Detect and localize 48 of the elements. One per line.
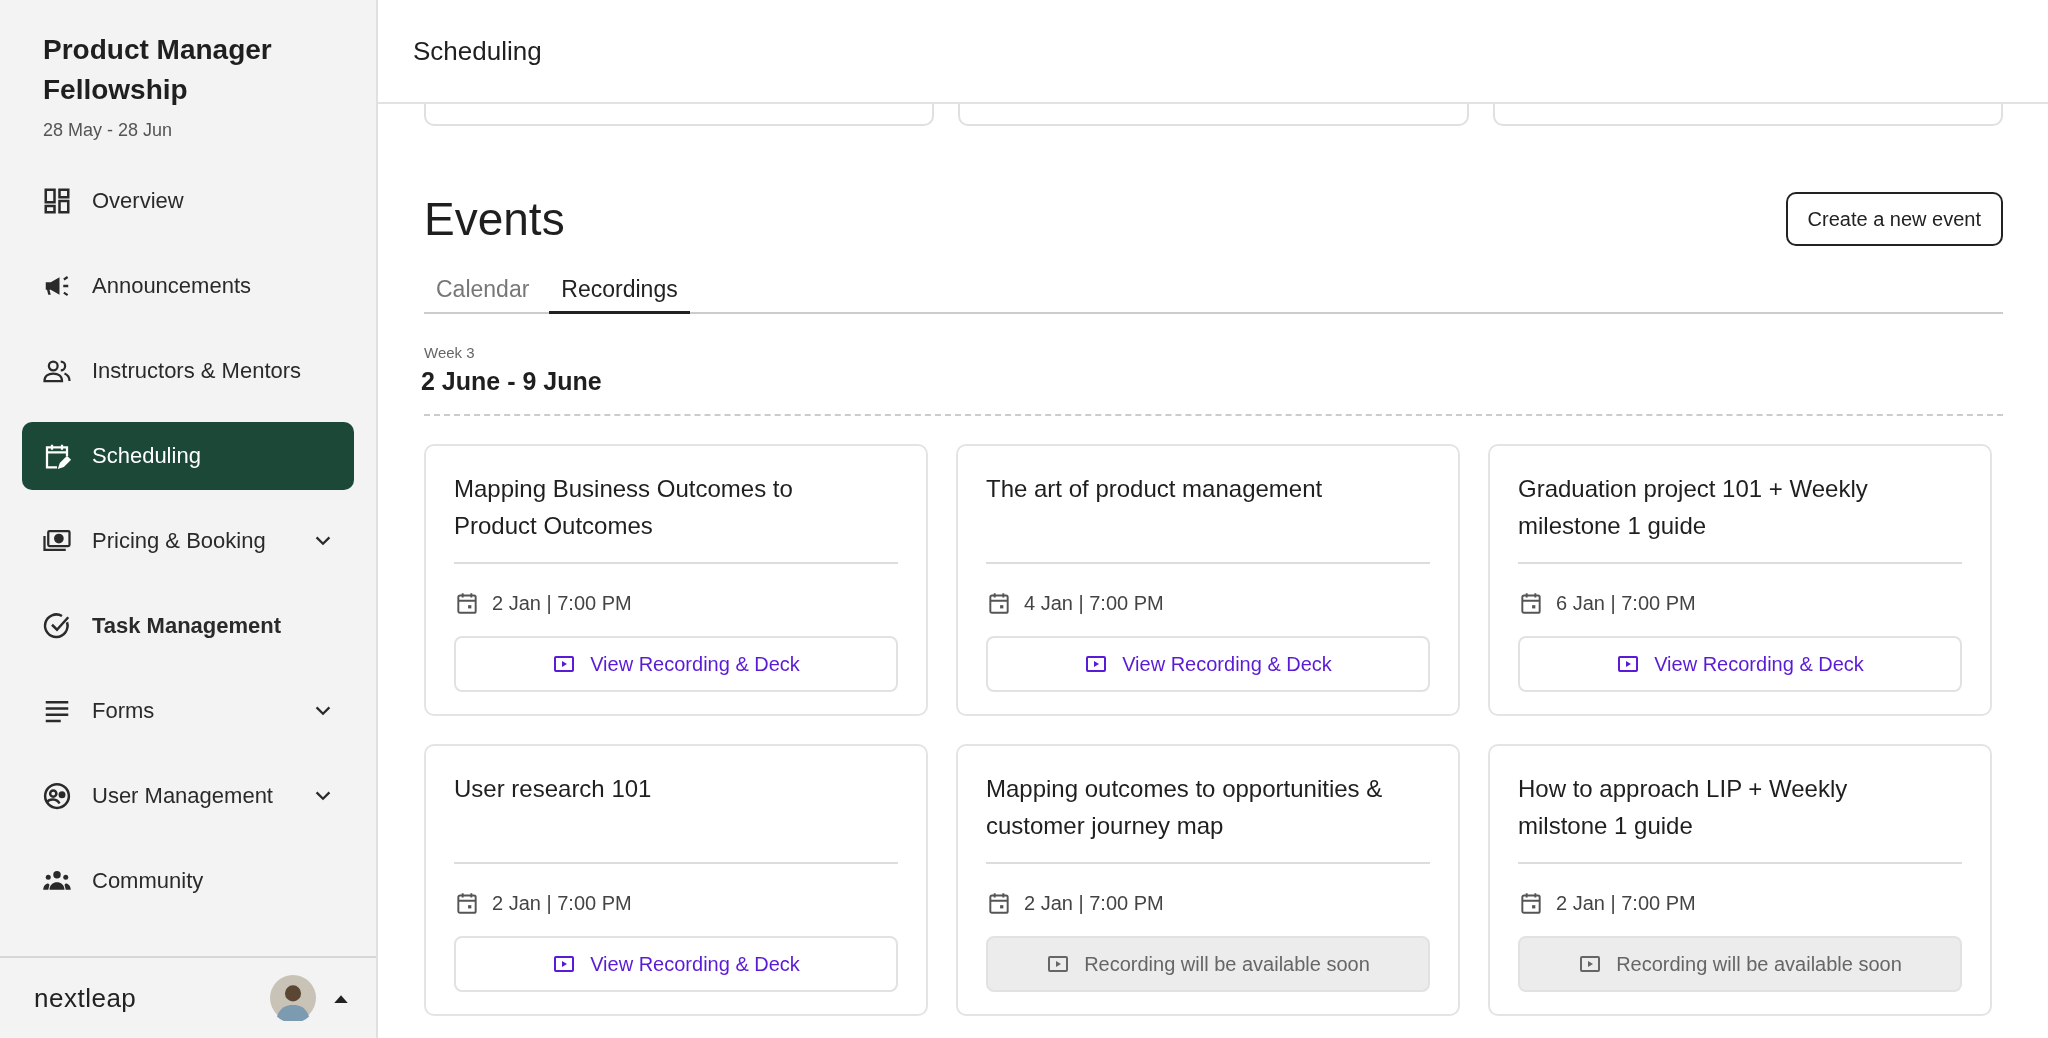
event-title: Graduation project 101 + Weekly milestone 1 guide	[1518, 474, 1869, 541]
recording-button[interactable]: View Recording & Deck	[454, 636, 898, 692]
section-title: Events	[424, 192, 565, 246]
tab[interactable]: Recordings	[549, 268, 690, 314]
event-title: How to approach LIP + Weekly milstone 1 guide	[1518, 774, 1849, 841]
nav-item[interactable]: Community	[22, 847, 354, 915]
nav-item[interactable]: Overview	[22, 167, 354, 235]
event-date: 2 Jan | 7:00 PM	[492, 591, 632, 615]
avatar-icon[interactable]	[270, 975, 316, 1021]
recording-button[interactable]: View Recording & Deck	[1518, 636, 1962, 692]
user-circle-icon	[42, 781, 72, 811]
event-date: 2 Jan | 7:00 PM	[1556, 891, 1696, 915]
nav-item[interactable]: User Management	[22, 762, 354, 830]
nav-item[interactable]: Forms	[22, 677, 354, 745]
program-dates: 28 May - 28 Jun	[43, 120, 174, 141]
dashboard-icon	[42, 186, 72, 216]
caret-up-icon[interactable]	[334, 993, 348, 1003]
nav-item[interactable]: Task Management	[22, 592, 354, 660]
event-title: User research 101	[454, 774, 653, 804]
calendar-icon	[986, 890, 1012, 916]
tab[interactable]: Calendar	[424, 268, 542, 314]
event-date: 2 Jan | 7:00 PM	[1024, 891, 1164, 915]
nextleap-logo[interactable]: nextleap	[34, 982, 137, 1014]
nav-item[interactable]: Instructors & Mentors	[22, 337, 354, 405]
create-event-button[interactable]: Create a new event	[1785, 192, 2003, 246]
event-date: 4 Jan | 7:00 PM	[1024, 591, 1164, 615]
calendar-icon	[454, 890, 480, 916]
week-range: 2 June - 9 June	[421, 367, 603, 396]
event-title: The art of product management	[986, 474, 1324, 504]
event-date: 6 Jan | 7:00 PM	[1556, 591, 1696, 615]
event-date: 2 Jan | 7:00 PM	[492, 891, 632, 915]
week-label: Week 3	[424, 344, 476, 361]
recording-button[interactable]: View Recording & Deck	[986, 636, 1430, 692]
event-title: Mapping outcomes to opportunities & customer journey map	[986, 774, 1384, 841]
program-title: Product Manager Fellowship	[43, 33, 273, 107]
recording-button[interactable]: View Recording & Deck	[454, 936, 898, 992]
calendar-icon	[1518, 590, 1544, 616]
nav-item[interactable]: Announcements	[22, 252, 354, 320]
calendar-icon	[1518, 890, 1544, 916]
event-title: Mapping Business Outcomes to Product Outcomes	[454, 474, 794, 541]
nav-item[interactable]: Scheduling	[22, 422, 354, 490]
nav-item[interactable]: Pricing & Booking	[22, 507, 354, 575]
calendar-icon	[986, 590, 1012, 616]
recording-button: Recording will be available soon	[1518, 936, 1962, 992]
recording-button: Recording will be available soon	[986, 936, 1430, 992]
page-title: Scheduling	[413, 35, 542, 67]
check-circle-icon	[42, 611, 72, 641]
calendar-icon	[454, 590, 480, 616]
